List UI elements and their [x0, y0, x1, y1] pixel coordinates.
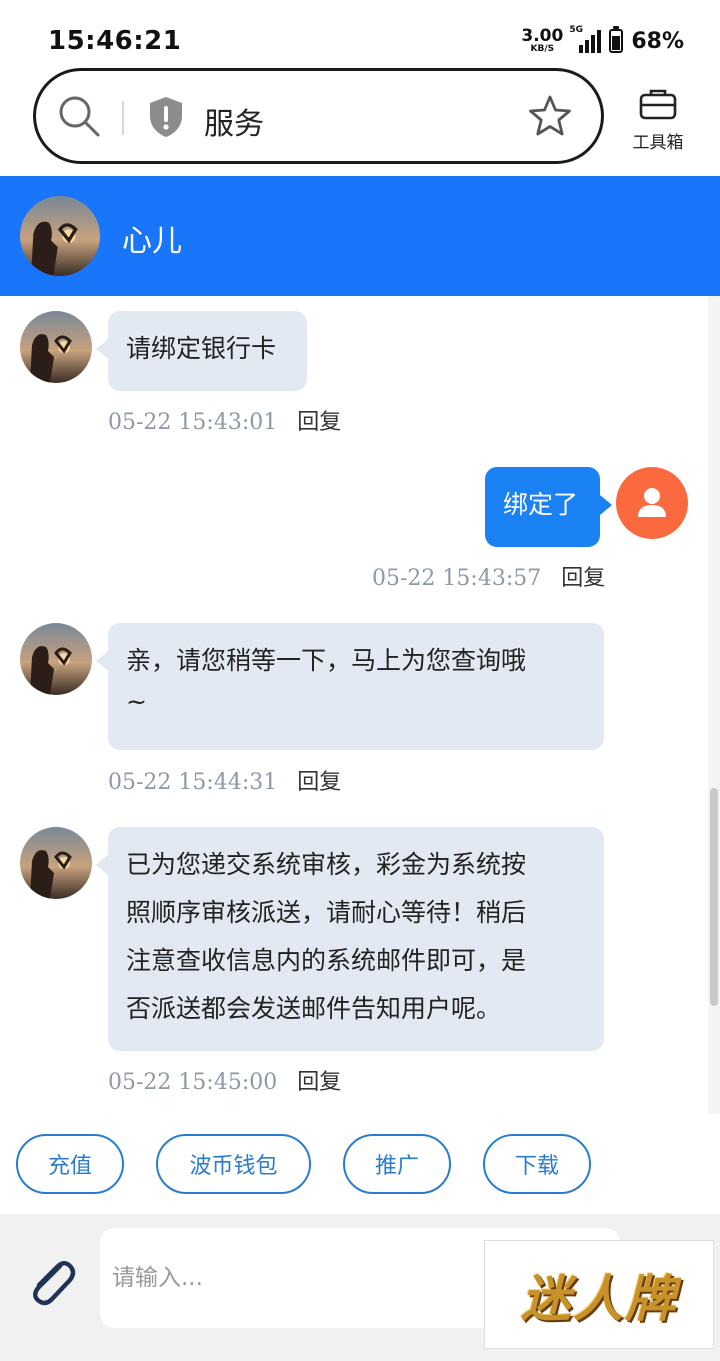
star-bookmark-icon[interactable] [527, 93, 573, 139]
message-text-line: 照顺序审核派送，请耐心等待！稍后 [126, 898, 527, 927]
wallet-button[interactable]: 波币钱包 [156, 1134, 311, 1194]
bottom-edge [0, 1350, 720, 1361]
reply-button[interactable]: 回复 [297, 1070, 341, 1095]
status-indicators: 3.00 KB/S 5G 68% [521, 25, 684, 56]
network-speed-value: 3.00 [521, 26, 564, 46]
agent-avatar[interactable] [20, 827, 92, 899]
chat-header: 心儿 [0, 176, 720, 296]
reply-button[interactable]: 回复 [297, 410, 341, 435]
message-time: 05-22 15:43:57 [372, 566, 542, 591]
message-time: 05-22 15:44:31 [108, 770, 278, 795]
scrollbar-thumb[interactable] [710, 788, 718, 1006]
user-avatar[interactable] [616, 467, 688, 539]
search-icon[interactable] [56, 93, 102, 139]
message-bubble[interactable]: 请绑定银行卡 [96, 311, 307, 391]
page-title[interactable]: 服务 [204, 99, 264, 143]
message-text-line: 已为您递交系统审核，彩金为系统按 [126, 850, 527, 879]
status-time: 15:46:21 [48, 26, 182, 56]
message-bubble-outgoing[interactable]: 绑定了 [485, 467, 612, 547]
promote-button[interactable]: 推广 [343, 1134, 451, 1194]
message-time: 05-22 15:45:00 [108, 1070, 278, 1095]
contact-avatar[interactable] [20, 196, 100, 276]
signal-icon: 5G [569, 25, 602, 53]
quick-actions-bar: 充值 波币钱包 推广 下载 [0, 1114, 720, 1214]
message-text-line: 亲，请您稍等一下，马上为您查询哦 [126, 646, 527, 675]
shield-warning-icon[interactable] [147, 95, 185, 139]
contact-name: 心儿 [122, 224, 182, 259]
status-bar: 15:46:21 3.00 KB/S 5G 68% [0, 0, 720, 70]
message-bubble[interactable]: 亲，请您稍等一下，马上为您查询哦 ~ [96, 623, 604, 750]
download-button[interactable]: 下载 [483, 1134, 591, 1194]
battery-percent: 68% [631, 28, 684, 54]
reply-button[interactable]: 回复 [297, 770, 341, 795]
toolbox-icon [639, 89, 677, 120]
message-text-line: 注意查收信息内的系统邮件即可，是 [126, 946, 527, 975]
brand-watermark: 迷人牌 [484, 1240, 714, 1349]
battery-icon [609, 26, 624, 53]
agent-avatar[interactable] [20, 311, 92, 383]
message-meta: 05-22 15:43:01 回复 [108, 404, 341, 436]
address-bar[interactable]: 服务 [33, 68, 604, 164]
recharge-button[interactable]: 充值 [16, 1134, 124, 1194]
message-text-line: 否派送都会发送邮件告知用户呢。 [126, 994, 502, 1023]
network-speed-unit: KB/S [530, 44, 555, 54]
message-meta: 05-22 15:44:31 回复 [108, 764, 341, 796]
message-bubble[interactable]: 已为您递交系统审核，彩金为系统按 照顺序审核派送，请耐心等待！稍后 注意查收信息… [96, 827, 604, 1051]
message-text: 绑定了 [503, 490, 579, 519]
message-time: 05-22 15:43:01 [108, 410, 278, 435]
divider [122, 101, 124, 135]
message-meta: 05-22 15:43:57 回复 [372, 560, 605, 592]
scrollbar[interactable] [708, 296, 720, 1114]
toolbox-label: 工具箱 [632, 133, 684, 153]
toolbox-button[interactable]: 工具箱 [624, 86, 692, 153]
reply-button[interactable]: 回复 [561, 566, 605, 591]
network-type: 5G [569, 25, 583, 35]
message-meta: 05-22 15:45:00 回复 [108, 1064, 341, 1096]
watermark-text: 迷人牌 [521, 1268, 677, 1328]
user-icon [638, 488, 666, 517]
message-text: 请绑定银行卡 [126, 334, 277, 363]
agent-avatar[interactable] [20, 623, 92, 695]
attachment-icon[interactable] [22, 1252, 80, 1310]
message-text-line: ~ [126, 687, 147, 716]
network-speed: 3.00 KB/S [521, 28, 563, 54]
